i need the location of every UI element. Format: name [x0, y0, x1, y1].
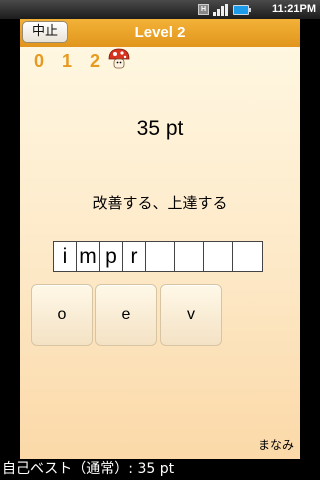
word-meaning: 改善する、上達する [92, 194, 228, 212]
answer-cell: m [77, 242, 100, 271]
letter-choice-button[interactable]: e [95, 284, 157, 346]
progress-step: 0 [34, 51, 45, 71]
user-name: まなみ [257, 438, 294, 452]
answer-cell [146, 242, 175, 271]
signal-icon [213, 4, 229, 16]
battery-icon [233, 5, 251, 15]
title-bar: Level 2 中止 [20, 19, 300, 47]
answer-cell: r [123, 242, 146, 271]
letter-choice-button[interactable]: o [31, 284, 93, 346]
mushroom-icon [108, 48, 130, 69]
letter-choice-button[interactable]: v [160, 284, 222, 346]
h-icon: H [198, 4, 209, 15]
score-display: 35 pt [136, 117, 184, 140]
stop-button[interactable]: 中止 [22, 21, 68, 43]
game-area: 012 35 pt 改善する、上達する i m p r o e v まなみ [20, 47, 300, 459]
answer-cell: i [54, 242, 77, 271]
answer-cell [175, 242, 204, 271]
answer-cell [204, 242, 233, 271]
app-screen: H 11:21PM Level 2 中止 012 35 pt 改善する、上達する [0, 0, 320, 480]
answer-cell: p [100, 242, 123, 271]
progress-step: 1 [62, 51, 73, 71]
status-bar: H 11:21PM [0, 0, 320, 19]
answer-cell [233, 242, 262, 271]
progress-indicator: 012 [34, 51, 118, 73]
best-score-bar: 自己ベスト（通常）: 35 pt [0, 459, 320, 480]
status-clock: 11:21PM [271, 3, 316, 15]
answer-box: i m p r [53, 241, 263, 272]
